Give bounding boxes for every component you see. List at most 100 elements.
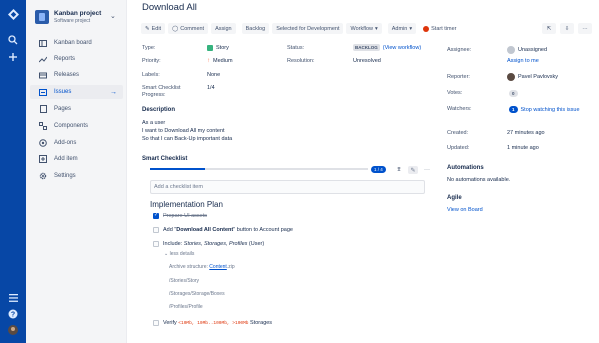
edit-button[interactable]: ✎ Edit (141, 23, 166, 34)
sidebar-item-kanban-board[interactable]: Kanban board (30, 36, 123, 50)
components-icon (38, 121, 48, 131)
content-link[interactable]: Content (209, 264, 227, 270)
sidebar-item-settings[interactable]: Settings (30, 169, 123, 183)
sidebar-item-addons[interactable]: Add-ons (30, 136, 123, 150)
svg-text:?: ? (11, 312, 15, 319)
avatar (507, 73, 515, 81)
checklist-item[interactable]: Verify <10Mb, 10Mb..100Mb, >100Mb Storag… (163, 320, 272, 326)
checklist-progress-badge: 1 / 4 (371, 166, 386, 173)
sidebar-item-pages[interactable]: Pages (30, 102, 123, 116)
export-icon[interactable]: ⇩ (560, 23, 574, 34)
admin-button[interactable]: Admin ▾ (387, 23, 417, 34)
path-line: /Storages/Storage/Boxes (169, 291, 225, 297)
checklist-checkbox[interactable] (153, 227, 159, 233)
view-on-board-link[interactable]: View on Board (447, 207, 483, 213)
labels-value: None (207, 72, 221, 78)
more-icon[interactable]: ··· (578, 23, 592, 34)
chevron-down-icon[interactable]: ⌄ (110, 12, 116, 20)
status-label: Status: (287, 45, 305, 51)
board-icon (38, 38, 48, 48)
assign-to-me-link[interactable]: Assign to me (507, 58, 539, 64)
resolution-value: Unresolved (353, 58, 381, 64)
automations-text: No automations available. (447, 177, 511, 183)
jira-logo-icon[interactable] (7, 8, 19, 20)
updated-value: 1 minute ago (507, 145, 539, 151)
start-timer-button[interactable]: Start timer (419, 23, 460, 34)
global-nav: ? (0, 0, 26, 343)
type-value: Story (207, 45, 229, 51)
checklist-checkbox[interactable] (153, 212, 159, 219)
backlog-button[interactable]: Backlog (241, 23, 270, 34)
sidebar-item-add-item[interactable]: Add item (30, 152, 123, 166)
watchers-badge: 1 (509, 106, 518, 113)
comment-button[interactable]: ◯ Comment (168, 23, 209, 34)
avatar (507, 46, 515, 54)
description-heading: Description (142, 107, 176, 113)
description-line: As a user (142, 120, 166, 126)
selected-for-development-button[interactable]: Selected for Development (272, 23, 344, 34)
reporter-value: Pavel Pavlovsky (507, 73, 558, 81)
issue-toolbar: ✎ Edit ◯ Comment Assign Backlog Selected f… (141, 23, 461, 34)
sidebar-item-components[interactable]: Components (30, 119, 123, 133)
sidebar-item-label: Pages (54, 106, 72, 112)
chevron-down-icon: ▾ (375, 25, 378, 32)
share-icon[interactable]: ⇱ (542, 23, 556, 34)
votes-value[interactable]: 0 (509, 90, 518, 97)
agile-heading: Agile (447, 195, 462, 201)
issue-view: Download All ✎ Edit ◯ Comment Assign Backl… (127, 0, 599, 343)
updated-label: Updated: (447, 145, 470, 151)
automations-heading: Automations (447, 165, 484, 171)
priority-medium-icon: ↑ (207, 58, 210, 64)
type-label: Type: (142, 45, 156, 51)
menu-icon[interactable] (7, 292, 19, 304)
filter-icon[interactable]: ⩩ (394, 166, 404, 174)
reports-icon (38, 54, 48, 64)
view-workflow-link[interactable]: (View workflow) (383, 45, 421, 51)
search-icon[interactable] (7, 34, 19, 46)
sidebar-item-label: Kanban board (54, 40, 92, 46)
workflow-button[interactable]: Workflow ▾ (346, 23, 382, 34)
timer-icon (423, 25, 430, 32)
less-details-toggle[interactable]: ⌄ less details (164, 251, 194, 257)
checklist-item[interactable]: Add "Download All Content" button to Acc… (163, 227, 293, 233)
addons-icon (38, 138, 48, 148)
sidebar-item-reports[interactable]: Reports (30, 52, 123, 66)
add-item-icon (38, 154, 48, 164)
project-type: Software project (54, 18, 91, 24)
priority-label: Priority: (142, 58, 161, 64)
more-icon[interactable]: ··· (422, 166, 432, 174)
sidebar-item-releases[interactable]: Releases (30, 68, 123, 82)
project-logo-icon (35, 10, 49, 24)
watchers-value: 1 Stop watching this issue (509, 106, 580, 113)
description-body[interactable]: As a user I want to Download All my cont… (142, 119, 232, 143)
assignee-value: Unassigned (507, 46, 547, 54)
sidebar-item-issues[interactable]: Issues → (30, 85, 123, 99)
created-value: 27 minutes ago (507, 130, 545, 136)
checklist-progress-bar (150, 168, 368, 170)
assignee-label: Assignee: (447, 47, 472, 53)
project-name[interactable]: Kanban project (54, 10, 101, 17)
arrow-right-icon: → (110, 88, 117, 96)
avatar[interactable] (7, 324, 19, 336)
checklist-tools: ⩩ ✎ ··· (394, 166, 432, 174)
checklist-item[interactable]: Prepare UI assets (163, 213, 207, 219)
help-icon[interactable]: ? (7, 308, 19, 320)
reporter-label: Reporter: (447, 74, 470, 80)
status-badge: BACKLOG (353, 44, 380, 51)
watchers-label: Watchers: (447, 106, 472, 112)
checklist-checkbox[interactable] (153, 320, 159, 326)
create-icon[interactable] (7, 51, 19, 63)
add-checklist-item-input[interactable]: Add a checklist item (150, 180, 425, 194)
votes-badge: 0 (509, 90, 518, 97)
stop-watching-link[interactable]: Stop watching this issue (521, 107, 580, 113)
edit-icon[interactable]: ✎ (408, 166, 418, 174)
path-line: /Profiles/Profile (169, 304, 203, 310)
status-value: BACKLOG (View workflow) (353, 44, 421, 51)
checklist-checkbox[interactable] (153, 241, 159, 247)
checklist-item[interactable]: Include: Stories, Storages, Profiles (Us… (163, 241, 264, 247)
created-label: Created: (447, 130, 469, 136)
assign-button[interactable]: Assign (211, 23, 236, 34)
page-title: Download All (142, 2, 197, 13)
smart-checklist-progress-value: 1/4 (207, 85, 215, 91)
votes-label: Votes: (447, 90, 463, 96)
